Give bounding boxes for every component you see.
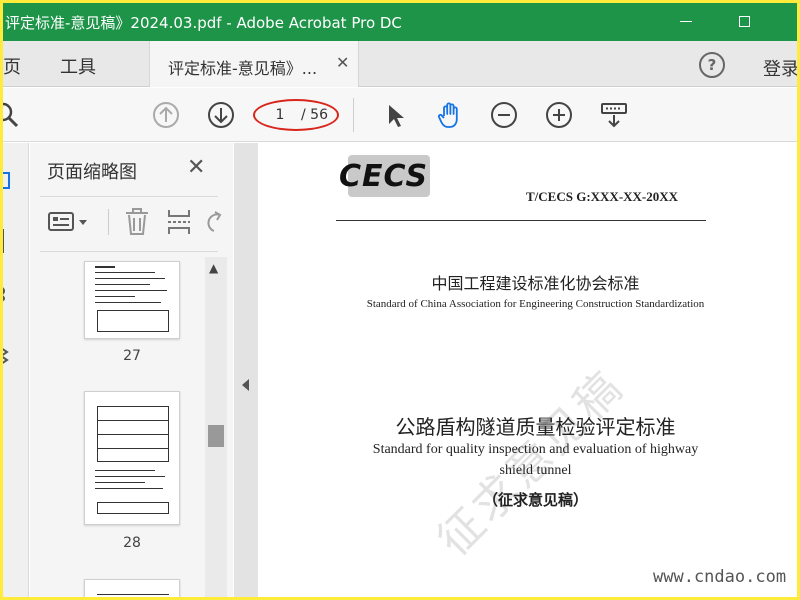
standard-title-en-line2: shield tunnel bbox=[499, 463, 572, 478]
highlight-oval bbox=[253, 99, 339, 131]
help-icon[interactable]: ? bbox=[699, 52, 725, 78]
minimize-icon bbox=[680, 20, 692, 22]
pane-title: 页面缩略图 bbox=[47, 162, 137, 183]
tab-tools[interactable]: 工具 bbox=[60, 53, 96, 79]
thumb-line bbox=[97, 434, 169, 435]
pane-divider bbox=[40, 251, 218, 252]
pane-divider bbox=[40, 196, 218, 197]
thumb-line bbox=[95, 302, 161, 303]
standard-code: T/CECS G:XXX-XX-20XX bbox=[526, 189, 679, 204]
header-rule bbox=[336, 220, 706, 221]
thumb-line bbox=[95, 482, 145, 483]
close-pane-icon[interactable]: ✕ bbox=[187, 155, 205, 180]
organization-name-cn: 中国工程建设标准化协会标准 bbox=[431, 274, 640, 293]
thumb-table bbox=[97, 310, 169, 332]
close-tab-icon[interactable]: ✕ bbox=[336, 53, 349, 72]
minimize-button[interactable] bbox=[671, 9, 701, 33]
page-thumbnail[interactable] bbox=[84, 579, 180, 597]
collapse-pane-icon[interactable] bbox=[242, 379, 249, 391]
bookmarks-icon[interactable] bbox=[3, 227, 13, 255]
tab-home[interactable]: 主页 bbox=[3, 53, 21, 79]
thumb-line bbox=[97, 448, 169, 449]
tab-document-label: 评定标准-意见稿》... bbox=[168, 59, 318, 78]
thumb-line bbox=[97, 420, 169, 421]
attachments-icon[interactable] bbox=[3, 283, 13, 303]
thumb-line bbox=[95, 266, 115, 268]
login-button[interactable]: 登录 bbox=[763, 55, 797, 81]
page-thumbnail[interactable] bbox=[84, 261, 180, 339]
extract-pages-icon[interactable] bbox=[166, 208, 192, 236]
draft-watermark: 征求意见稿 bbox=[428, 360, 635, 567]
keyboard-scroll-icon[interactable] bbox=[599, 100, 629, 130]
left-tool-rail bbox=[3, 143, 29, 597]
scroll-up-icon[interactable]: ▲ bbox=[209, 261, 218, 275]
search-icon[interactable] bbox=[3, 100, 21, 130]
zoom-out-icon[interactable] bbox=[489, 100, 519, 130]
window-title: 评定标准-意见稿》2024.03.pdf - Adobe Acrobat Pro… bbox=[5, 14, 402, 32]
thumbnail-options-icon[interactable] bbox=[48, 211, 90, 233]
thumb-line bbox=[95, 278, 165, 279]
layers-icon[interactable] bbox=[3, 345, 13, 367]
standard-title-cn: 公路盾构隧道质量检验评定标准 bbox=[395, 415, 676, 439]
app-window: 评定标准-意见稿》2024.03.pdf - Adobe Acrobat Pro… bbox=[3, 3, 797, 597]
previous-page-icon[interactable] bbox=[151, 100, 181, 130]
pdf-page: CECS T/CECS G:XXX-XX-20XX 中国工程建设标准化协会标准 … bbox=[258, 143, 797, 597]
site-watermark: www.cndao.com bbox=[653, 567, 787, 587]
next-page-icon[interactable] bbox=[206, 100, 236, 130]
maximize-button[interactable] bbox=[729, 9, 759, 33]
thumb-line bbox=[95, 284, 150, 285]
document-area: CECS T/CECS G:XXX-XX-20XX 中国工程建设标准化协会标准 … bbox=[234, 143, 797, 597]
thumb-table bbox=[97, 594, 169, 597]
thumb-table bbox=[97, 502, 169, 514]
rotate-icon[interactable] bbox=[206, 209, 222, 235]
thumb-line bbox=[95, 488, 163, 489]
thumb-line bbox=[95, 272, 155, 273]
zoom-in-icon[interactable] bbox=[544, 100, 574, 130]
thumbnail-page-number: 28 bbox=[123, 535, 141, 551]
cecs-logo: CECS bbox=[339, 159, 429, 194]
page-thumbnails-icon[interactable] bbox=[3, 171, 13, 191]
thumb-line bbox=[95, 290, 167, 291]
thumb-line bbox=[95, 296, 135, 297]
toolbar: 1 / 56 bbox=[3, 88, 797, 142]
thumbnail-scrollbar[interactable]: ▲ bbox=[205, 257, 227, 597]
thumb-line bbox=[95, 470, 155, 471]
standard-title-en: Standard for quality inspection and eval… bbox=[372, 442, 699, 457]
delete-icon[interactable] bbox=[124, 207, 150, 237]
toolbar-divider bbox=[353, 98, 354, 132]
organization-name-en: Standard of China Association for Engine… bbox=[366, 298, 705, 310]
pane-tools-divider bbox=[108, 209, 109, 235]
hand-tool-icon[interactable] bbox=[435, 100, 465, 130]
maximize-icon bbox=[738, 15, 750, 27]
draft-label: （征求意见稿） bbox=[482, 491, 588, 509]
thumbnail-pane: 页面缩略图 ✕ 27 28 ▲ bbox=[30, 143, 233, 597]
title-bar: 评定标准-意见稿》2024.03.pdf - Adobe Acrobat Pro… bbox=[3, 3, 797, 41]
thumbnail-page-number: 27 bbox=[123, 348, 141, 364]
pane-toolbar bbox=[40, 203, 230, 243]
scrollbar-thumb[interactable] bbox=[208, 425, 224, 447]
select-cursor-icon[interactable] bbox=[380, 100, 410, 130]
tab-bar: 主页 工具 评定标准-意见稿》... ✕ ? 登录 bbox=[3, 41, 797, 87]
page-thumbnail[interactable] bbox=[84, 391, 180, 525]
tab-document[interactable]: 评定标准-意见稿》... ✕ bbox=[149, 41, 359, 87]
thumb-line bbox=[95, 476, 165, 477]
